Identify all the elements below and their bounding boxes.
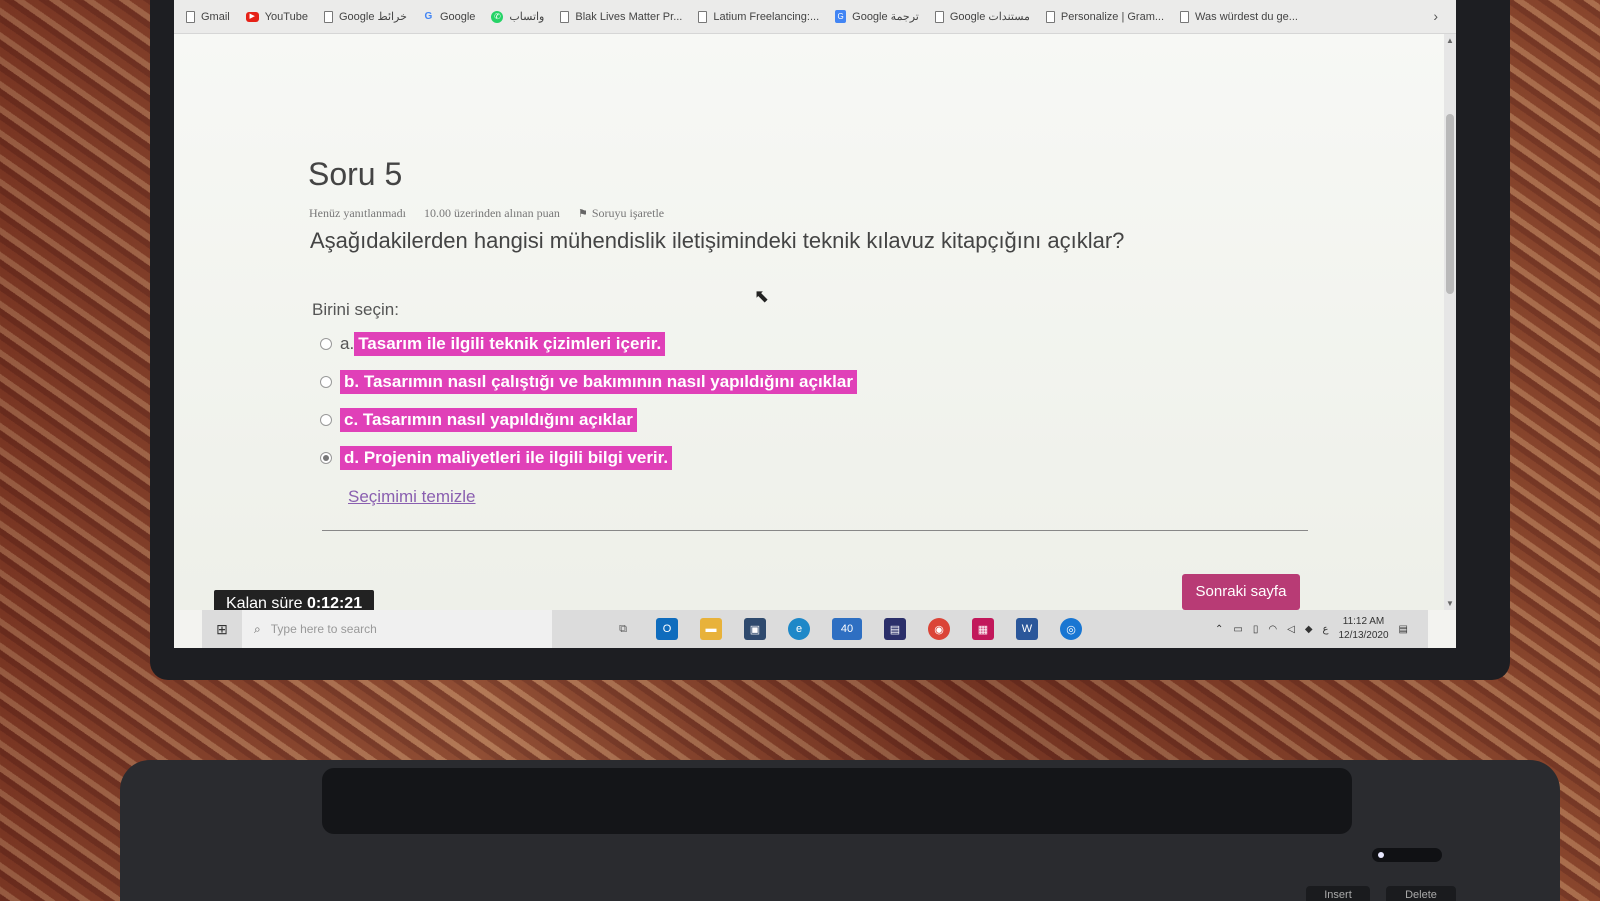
clear-selection-link[interactable]: Seçimimi temizle — [348, 487, 476, 507]
option-a[interactable]: a. Tasarım ile ilgili teknik çizimleri i… — [320, 332, 666, 356]
question-status: Henüz yanıtlanmadı — [309, 206, 406, 220]
battery-icon[interactable]: ▯ — [1253, 624, 1259, 635]
dropbox-icon[interactable]: ◆ — [1305, 624, 1313, 635]
option-text-value: Projenin maliyetleri ile ilgili bilgi ve… — [363, 448, 669, 467]
divider — [322, 530, 1308, 531]
document-icon — [560, 10, 570, 23]
document-icon — [186, 10, 195, 23]
option-letter: b. — [344, 372, 360, 391]
taskbar: ⊞ ⌕ Type here to search ⧉ O ▬ ▣ e 40 ▤ ◉… — [202, 610, 1428, 648]
bookmark-google-docs[interactable]: Google مستندات — [934, 10, 1030, 23]
document-icon — [1045, 10, 1055, 23]
app-circle-icon[interactable]: ◎ — [1060, 618, 1082, 640]
bookmark-google[interactable]: G Google — [423, 10, 476, 23]
mouse-cursor-icon: ⬉ — [754, 286, 770, 306]
chevron-right-icon[interactable]: › — [1433, 8, 1438, 24]
flag-question-link[interactable]: ⚑ Soruyu işaretle — [578, 206, 664, 221]
option-letter: c. — [344, 410, 359, 429]
word-icon[interactable]: W — [1016, 618, 1038, 640]
clock[interactable]: 11:12 AM 12/13/2020 — [1338, 615, 1388, 643]
option-letter: a. — [340, 334, 355, 353]
bookmark-blm[interactable]: Blak Lives Matter Pr... — [560, 10, 682, 23]
wifi-icon[interactable]: ◠ — [1268, 624, 1277, 635]
radio-option-d[interactable] — [320, 452, 332, 464]
flag-icon: ⚑ — [577, 208, 588, 220]
laptop-hinge — [322, 768, 1352, 834]
taskbar-search-box[interactable]: ⌕ Type here to search — [242, 610, 552, 648]
search-placeholder: Type here to search — [270, 622, 377, 636]
bookmark-youtube[interactable]: ▶ YouTube — [245, 11, 308, 23]
document-icon — [698, 10, 708, 23]
laptop-screen: Gmail ▶ YouTube Google خرائط G Google ✆ وات… — [174, 0, 1456, 648]
store-icon[interactable]: ▣ — [744, 618, 766, 640]
chrome-icon[interactable]: ◉ — [928, 618, 950, 640]
app-icon[interactable]: ▤ — [884, 618, 906, 640]
bookmark-google-translate[interactable]: G Google ترجمة — [835, 10, 919, 23]
option-text-value: Tasarımın nasıl çalıştığı ve bakımının n… — [363, 372, 853, 391]
notification-icon[interactable]: ▤ — [1399, 624, 1408, 635]
translate-icon: G — [835, 10, 847, 23]
google-icon: G — [424, 11, 433, 22]
edge-icon[interactable]: e — [788, 618, 810, 640]
power-led — [1372, 848, 1442, 862]
question-title: Soru 5 — [308, 156, 403, 192]
system-tray: ⌃ ▭ ▯ ◠ ◁ ◆ ع 11:12 AM 12/13/2020 ▤ — [1215, 610, 1408, 648]
task-view-icon[interactable]: ⧉ — [612, 618, 634, 640]
insert-key: Insert — [1306, 886, 1370, 901]
scroll-up-icon[interactable]: ▲ — [1446, 36, 1454, 45]
mail-icon[interactable]: 40 — [832, 618, 862, 640]
clock-date: 12/13/2020 — [1338, 630, 1389, 641]
youtube-icon: ▶ — [245, 11, 259, 22]
outlook-icon[interactable]: O — [656, 618, 678, 640]
scrollbar[interactable]: ▲ ▼ — [1444, 34, 1456, 610]
language-indicator[interactable]: ع — [1323, 624, 1329, 635]
bookmark-gmail[interactable]: Gmail — [186, 10, 230, 23]
taskbar-apps: ⧉ O ▬ ▣ e 40 ▤ ◉ ▦ W ◎ — [612, 618, 1082, 640]
mail-badge: 40 — [840, 623, 854, 635]
document-icon — [934, 10, 944, 23]
volume-icon[interactable]: ◁ — [1287, 624, 1295, 635]
option-text: Tasarım ile ilgili teknik çizimleri içer… — [354, 332, 666, 356]
question-info: Henüz yanıtlanmadı 10.00 üzerinden alına… — [309, 206, 664, 221]
file-explorer-icon[interactable]: ▬ — [700, 618, 722, 640]
bookmark-was-wuerdest[interactable]: Was würdest du ge... — [1180, 10, 1298, 23]
delete-key: Delete — [1386, 886, 1456, 901]
radio-option-c[interactable] — [320, 414, 332, 426]
option-text: b. Tasarımın nasıl çalıştığı ve bakımını… — [340, 370, 857, 394]
whatsapp-icon: ✆ — [491, 10, 504, 23]
option-letter: d. — [344, 448, 360, 467]
option-b[interactable]: b. Tasarımın nasıl çalıştığı ve bakımını… — [320, 370, 857, 394]
bookmark-google-maps[interactable]: Google خرائط — [323, 10, 407, 23]
radio-option-b[interactable] — [320, 376, 332, 388]
bookmark-grammarly[interactable]: Personalize | Gram... — [1045, 10, 1164, 23]
option-d[interactable]: d. Projenin maliyetleri ile ilgili bilgi… — [320, 446, 673, 470]
document-icon — [323, 10, 333, 23]
question-points: 10.00 üzerinden alınan puan — [423, 206, 560, 220]
clock-time: 11:12 AM — [1342, 616, 1385, 627]
option-text: d. Projenin maliyetleri ile ilgili bilgi… — [340, 446, 673, 470]
bookmark-whatsapp[interactable]: ✆ واتساب — [491, 10, 544, 23]
question-text: Aşağıdakilerden hangisi mühendislik ilet… — [310, 228, 1125, 253]
chevron-up-icon[interactable]: ⌃ — [1215, 624, 1223, 635]
quiz-page: Soru 5 Henüz yanıtlanmadı 10.00 üzerinde… — [174, 34, 1444, 618]
search-icon: ⌕ — [254, 621, 261, 636]
radio-option-a[interactable] — [320, 338, 332, 350]
windows-start-icon[interactable]: ⊞ — [202, 610, 242, 648]
next-page-button[interactable]: Sonraki sayfa — [1182, 574, 1300, 610]
scroll-thumb[interactable] — [1446, 114, 1454, 294]
option-text: c. Tasarımın nasıl yapıldığını açıklar — [340, 408, 637, 432]
network-icon[interactable]: ▭ — [1233, 624, 1242, 635]
option-text-value: Tasarımın nasıl yapıldığını açıklar — [362, 410, 633, 429]
bookmarks-bar: Gmail ▶ YouTube Google خرائط G Google ✆ وات… — [174, 0, 1456, 34]
bookmark-latium[interactable]: Latium Freelancing:... — [698, 10, 819, 23]
document-icon — [1180, 10, 1190, 23]
scroll-down-icon[interactable]: ▼ — [1446, 599, 1454, 608]
choose-label: Birini seçin: — [312, 300, 399, 319]
option-c[interactable]: c. Tasarımın nasıl yapıldığını açıklar — [320, 408, 637, 432]
photos-icon[interactable]: ▦ — [972, 618, 994, 640]
